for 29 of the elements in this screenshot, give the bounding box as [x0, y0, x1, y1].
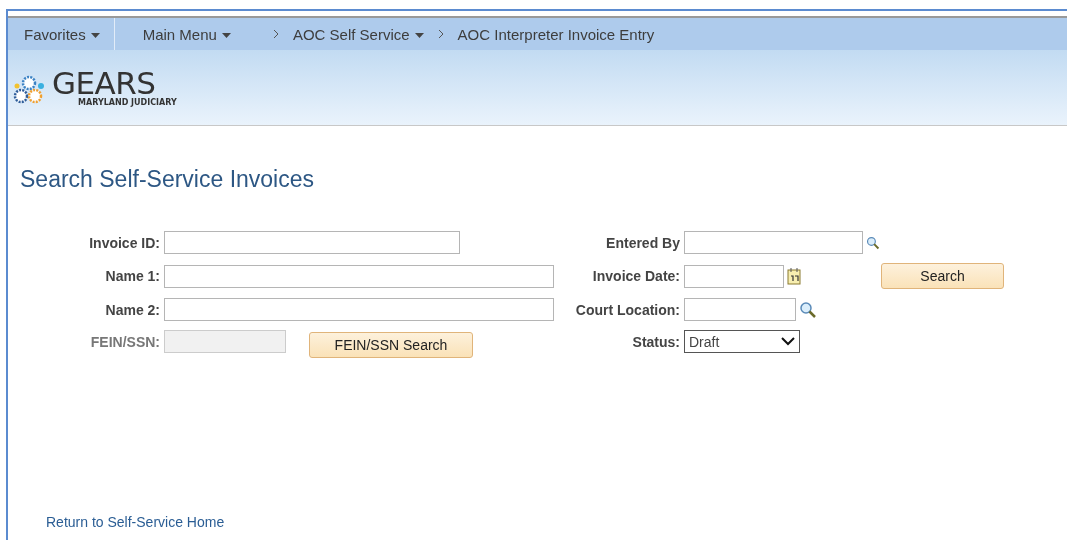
input-field[interactable] — [164, 298, 554, 321]
field-label: Status: — [632, 333, 680, 350]
breadcrumb-link[interactable]: AOC Interpreter Invoice Entry — [457, 25, 655, 43]
input-field[interactable] — [684, 231, 863, 254]
chevron-down-icon — [781, 337, 795, 346]
field-label: Invoice ID: — [89, 234, 160, 251]
logo-subtitle: MARYLAND JUDICIARY — [78, 98, 177, 107]
field-label: Name 2: — [105, 301, 160, 318]
input-field[interactable] — [164, 264, 554, 288]
input-field[interactable] — [684, 298, 796, 321]
status-dropdown[interactable]: Draft — [684, 330, 800, 353]
search-button[interactable]: Search — [881, 263, 1004, 289]
input-field[interactable] — [684, 264, 784, 288]
field-label: FEIN/SSN: — [90, 333, 160, 350]
logo-name: GEARS — [52, 68, 156, 98]
breadcrumb-link[interactable]: Main Menu — [142, 25, 231, 43]
input-field[interactable] — [164, 231, 460, 254]
field-label: Invoice Date: — [592, 268, 680, 284]
favorites-menu[interactable]: Favorites — [24, 25, 100, 43]
chevron-icon — [437, 29, 444, 39]
return-home-link[interactable]: Return to Self-Service Home — [46, 514, 225, 530]
page-title: Search Self-Service Invoices — [20, 166, 315, 193]
field-label: Entered By — [606, 234, 680, 251]
breadcrumb-link[interactable]: AOC Self Service — [292, 25, 424, 43]
calendar-icon[interactable] — [787, 266, 802, 286]
field-label: Court Location: — [575, 301, 680, 318]
chevron-icon — [272, 29, 279, 39]
field-label: Name 1: — [105, 268, 160, 284]
search-icon[interactable] — [799, 300, 817, 319]
